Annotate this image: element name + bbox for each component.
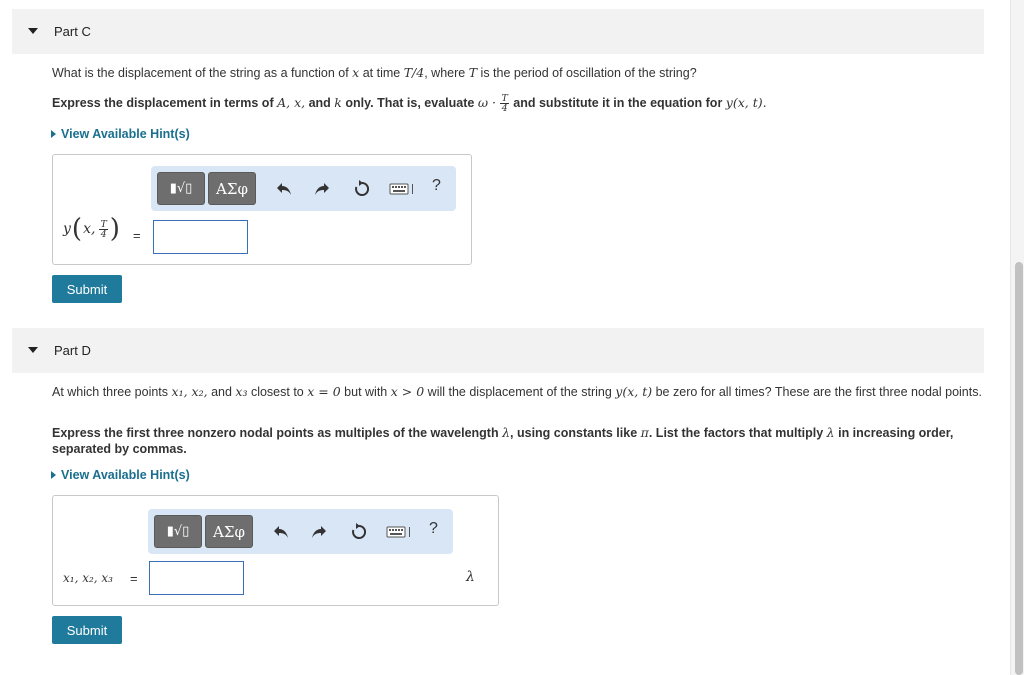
redo-icon[interactable]	[308, 521, 330, 543]
undo-icon[interactable]	[270, 521, 292, 543]
part-d-math-toolbar: ▮√▯ ΑΣφ ?	[148, 509, 453, 554]
part-c-answer-box: ▮√▯ ΑΣφ ? y ( x, T4 ) =	[52, 154, 472, 265]
greek-symbols-button[interactable]: ΑΣφ	[208, 172, 256, 205]
part-d-answer-box: ▮√▯ ΑΣφ ? x₁, x₂, x₃ = λ	[52, 495, 499, 606]
part-c-answer-input[interactable]	[153, 220, 248, 254]
part-d-title: Part D	[54, 343, 91, 358]
keyboard-icon[interactable]	[387, 178, 417, 200]
part-c-title: Part C	[54, 24, 91, 39]
help-icon[interactable]: ?	[429, 520, 438, 538]
part-c-instruction: Express the displacement in terms of A, …	[52, 93, 767, 114]
part-c-header[interactable]: Part C	[12, 9, 984, 54]
templates-button[interactable]: ▮√▯	[154, 515, 202, 548]
reset-icon[interactable]	[351, 178, 373, 200]
part-c-equation-lhs: y ( x, T4 )	[63, 214, 120, 244]
keyboard-icon[interactable]	[384, 521, 414, 543]
part-c-math-toolbar: ▮√▯ ΑΣφ ?	[151, 166, 456, 211]
part-d-header[interactable]: Part D	[12, 328, 984, 373]
part-c-submit-button[interactable]: Submit	[52, 275, 122, 303]
templates-button[interactable]: ▮√▯	[157, 172, 205, 205]
reset-icon[interactable]	[348, 521, 370, 543]
caret-right-icon	[51, 130, 56, 138]
part-d-submit-button[interactable]: Submit	[52, 616, 122, 644]
part-d-answer-input[interactable]	[149, 561, 244, 595]
undo-icon[interactable]	[273, 178, 295, 200]
equals-sign: =	[133, 228, 141, 243]
redo-icon[interactable]	[311, 178, 333, 200]
part-d-unit-lambda: λ	[466, 569, 475, 585]
part-d-instruction: Express the first three nonzero nodal po…	[52, 425, 954, 456]
part-d-hint-link[interactable]: View Available Hint(s)	[51, 468, 190, 482]
caret-down-icon[interactable]	[26, 25, 40, 39]
page-scrollbar-thumb[interactable]	[1015, 262, 1023, 675]
help-icon[interactable]: ?	[432, 177, 441, 195]
caret-down-icon[interactable]	[26, 344, 40, 358]
greek-symbols-button[interactable]: ΑΣφ	[205, 515, 253, 548]
part-c-hint-link[interactable]: View Available Hint(s)	[51, 127, 190, 141]
part-c-question: What is the displacement of the string a…	[52, 65, 697, 80]
caret-right-icon	[51, 471, 56, 479]
part-d-equation-lhs: x₁, x₂, x₃	[63, 571, 113, 585]
equals-sign: =	[130, 571, 138, 586]
part-d-question: At which three points x₁, x₂, and x₃ clo…	[52, 384, 982, 399]
